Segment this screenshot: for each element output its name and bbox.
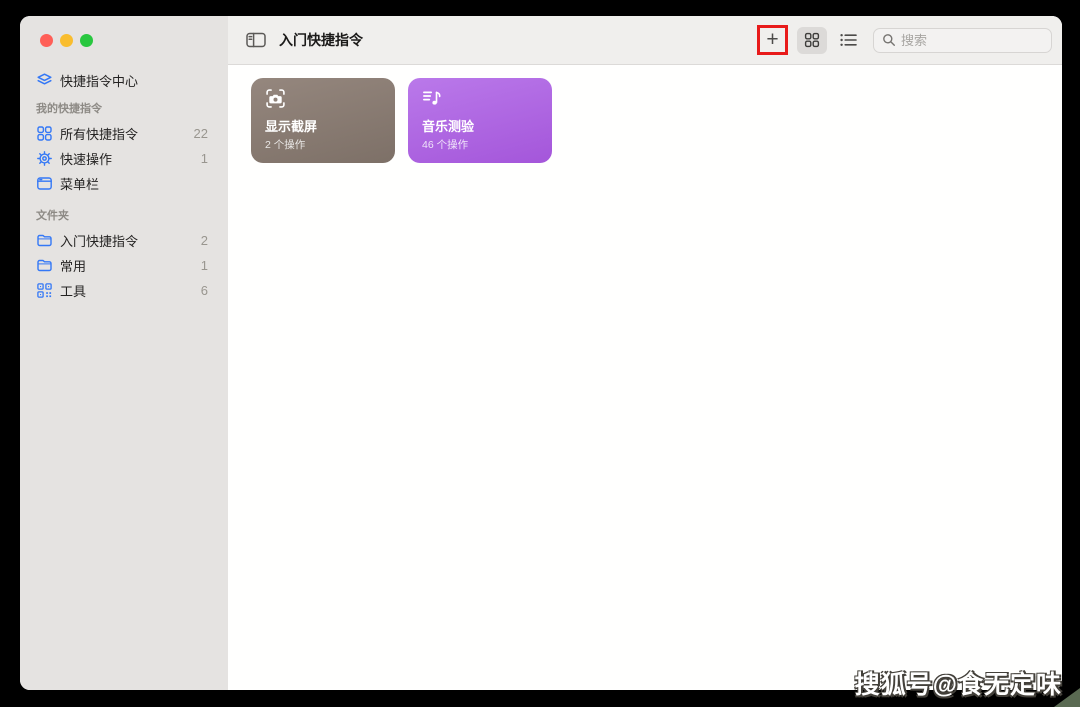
plus-icon: + xyxy=(766,29,778,50)
close-button[interactable] xyxy=(40,34,53,47)
shortcuts-app-window: 快捷指令中心 我的快捷指令 所有快捷指令 22 xyxy=(20,16,1062,690)
sidebar-item-all-shortcuts[interactable]: 所有快捷指令 22 xyxy=(20,121,228,146)
item-count: 22 xyxy=(194,126,208,141)
sidebar-item-label: 常用 xyxy=(60,256,86,275)
shortcuts-content: 显示截屏 2 个操作 xyxy=(228,65,1062,690)
shortcut-action-count: 46 个操作 xyxy=(422,137,539,152)
shortcut-card-show-screenshot[interactable]: 显示截屏 2 个操作 xyxy=(251,78,395,163)
item-count: 1 xyxy=(201,151,208,166)
sidebar-group-folders: 入门快捷指令 2 常用 1 xyxy=(20,228,228,303)
minimize-button[interactable] xyxy=(60,34,73,47)
sidebar-item-label: 菜单栏 xyxy=(60,174,99,193)
sidebar: 快捷指令中心 我的快捷指令 所有快捷指令 22 xyxy=(20,16,228,690)
list-view-button[interactable] xyxy=(833,27,863,54)
menubar-icon xyxy=(36,175,53,192)
toggle-sidebar-button[interactable] xyxy=(245,31,267,49)
watermark-text: 搜狐号@食无定味 xyxy=(855,665,1062,701)
layers-stack-icon xyxy=(36,72,53,89)
main-area: 入门快捷指令 + xyxy=(228,16,1062,690)
sidebar-group-my-shortcuts: 所有快捷指令 22 xyxy=(20,121,228,196)
sidebar-item-starter-shortcuts[interactable]: 入门快捷指令 2 xyxy=(20,228,228,253)
toolbar-right-group: + xyxy=(757,25,1052,55)
search-input[interactable] xyxy=(901,33,1043,48)
search-icon xyxy=(882,33,896,47)
shortcut-card-grid: 显示截屏 2 个操作 xyxy=(251,78,1062,163)
gear-icon xyxy=(36,150,53,167)
sidebar-item-label: 入门快捷指令 xyxy=(60,231,138,250)
sidebar-item-gallery[interactable]: 快捷指令中心 xyxy=(20,68,228,93)
folder-icon xyxy=(36,257,53,274)
folder-icon xyxy=(36,232,53,249)
grid-view-icon xyxy=(804,32,820,48)
grid-view-button[interactable] xyxy=(797,27,827,54)
shortcut-action-count: 2 个操作 xyxy=(265,137,382,152)
item-count: 1 xyxy=(201,258,208,273)
add-shortcut-button-highlighted[interactable]: + xyxy=(757,25,788,55)
search-field[interactable] xyxy=(873,28,1052,53)
sidebar-item-label: 快速操作 xyxy=(60,149,112,168)
item-count: 6 xyxy=(201,283,208,298)
page-title: 入门快捷指令 xyxy=(279,30,363,50)
shortcut-card-music-quiz[interactable]: 音乐测验 46 个操作 xyxy=(408,78,552,163)
traffic-lights xyxy=(20,16,228,47)
grid-icon xyxy=(36,125,53,142)
list-view-icon xyxy=(839,32,858,48)
music-note-list-icon xyxy=(422,88,443,109)
sidebar-item-menu-bar[interactable]: 菜单栏 xyxy=(20,171,228,196)
sidebar-item-label: 工具 xyxy=(60,281,86,300)
screenshot-icon xyxy=(265,88,286,109)
sidebar-toggle-icon xyxy=(246,32,266,48)
sidebar-item-tools[interactable]: 工具 6 xyxy=(20,278,228,303)
toolbar: 入门快捷指令 + xyxy=(228,16,1062,65)
sidebar-section-my-shortcuts: 我的快捷指令 xyxy=(20,101,228,117)
sidebar-item-label: 所有快捷指令 xyxy=(60,124,138,143)
sidebar-item-quick-actions[interactable]: 快速操作 1 xyxy=(20,146,228,171)
zoom-button[interactable] xyxy=(80,34,93,47)
sidebar-item-common[interactable]: 常用 1 xyxy=(20,253,228,278)
shortcut-title: 显示截屏 xyxy=(265,119,382,135)
sidebar-item-label: 快捷指令中心 xyxy=(60,71,138,90)
shortcut-title: 音乐测验 xyxy=(422,119,539,135)
sidebar-section-folders: 文件夹 xyxy=(20,208,228,224)
item-count: 2 xyxy=(201,233,208,248)
qrcode-icon xyxy=(36,282,53,299)
